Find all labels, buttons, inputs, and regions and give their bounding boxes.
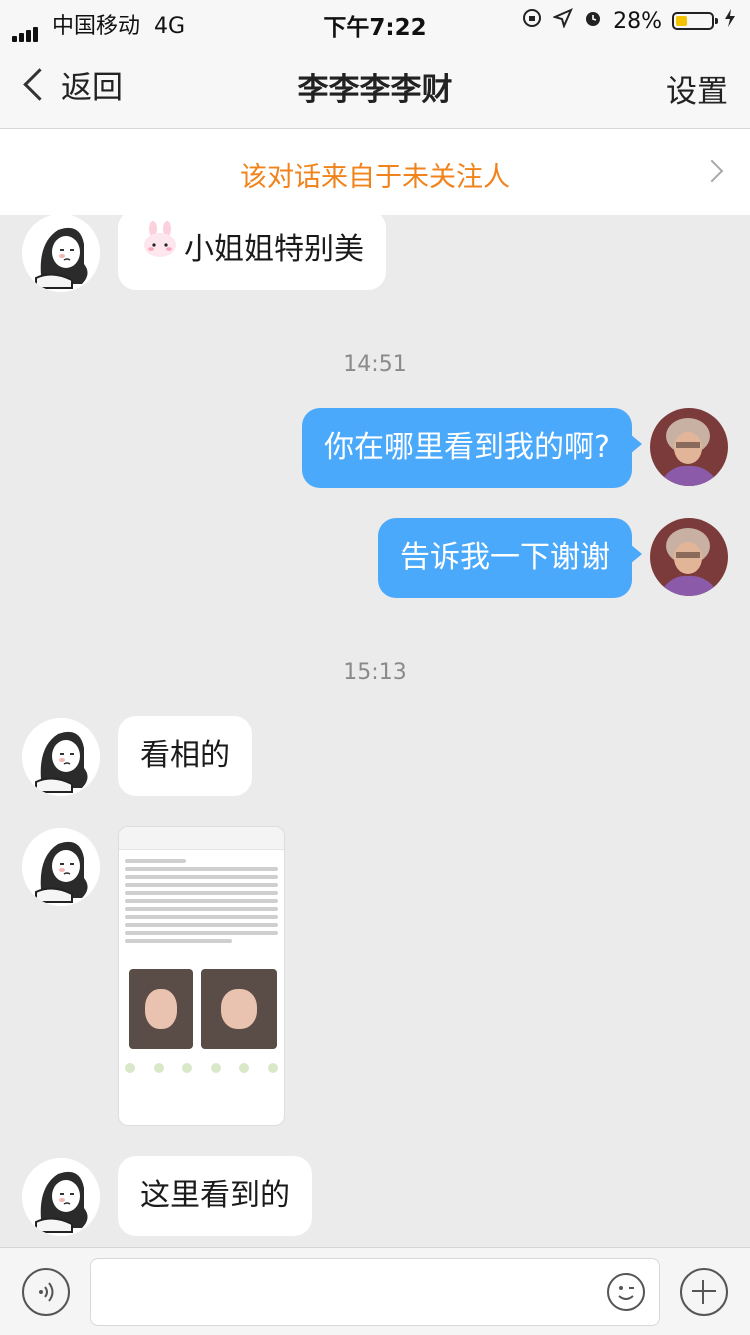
timestamp: 15:13 [343,660,407,685]
contact-avatar[interactable] [22,718,100,796]
photo-thumbnail [129,969,193,1049]
charging-icon [724,8,736,34]
message-bubble-outgoing[interactable]: 告诉我一下谢谢 [378,518,642,598]
timestamp: 14:51 [343,352,407,377]
share-icons [125,1063,278,1073]
nav-bar: 返回 李李李李财 设置 [0,40,750,128]
image-message[interactable] [118,826,285,1126]
status-bar: 中国移动 4G 下午7:22 28% [0,6,750,42]
location-icon [552,8,574,34]
message-bubble-incoming[interactable]: 这里看到的 [118,1156,312,1236]
rotation-lock-icon [521,7,543,35]
message-input[interactable] [90,1258,660,1326]
chat-title: 李李李李财 [297,72,453,108]
contact-avatar[interactable] [22,828,100,906]
contact-avatar[interactable] [22,1158,100,1236]
photo-thumbnail [201,969,277,1049]
message-text: 这里看到的 [140,1178,290,1213]
battery-percent: 28% [613,8,662,34]
banner-text: 该对话来自于未关注人 [240,162,510,193]
screenshot-text-lines [119,850,284,952]
emoji-icon[interactable] [607,1273,645,1311]
status-right: 28% [521,6,736,36]
message-bubble-incoming[interactable]: 小姐姐特别美 [118,210,386,290]
settings-button[interactable]: 设置 [666,66,728,111]
message-text: 看相的 [140,738,230,773]
input-bar [0,1247,750,1335]
my-avatar[interactable] [650,408,728,486]
plus-icon[interactable] [680,1268,728,1316]
message-bubble-outgoing[interactable]: 你在哪里看到我的啊? [302,408,642,488]
battery-icon [672,12,718,30]
rabbit-emoji-icon [140,211,180,291]
message-text: 告诉我一下谢谢 [400,540,610,575]
top-bar: 中国移动 4G 下午7:22 28% 返回 李李李李财 设置 [0,0,750,129]
voice-icon[interactable] [22,1268,70,1316]
message-text: 你在哪里看到我的啊? [324,430,610,465]
contact-avatar[interactable] [22,214,100,292]
screenshot-icon [119,827,284,850]
alarm-icon [583,8,603,34]
message-bubble-incoming[interactable]: 看相的 [118,716,252,796]
message-text: 小姐姐特别美 [184,232,364,267]
my-avatar[interactable] [650,518,728,596]
stranger-banner[interactable]: 该对话来自于未关注人 [0,129,750,215]
